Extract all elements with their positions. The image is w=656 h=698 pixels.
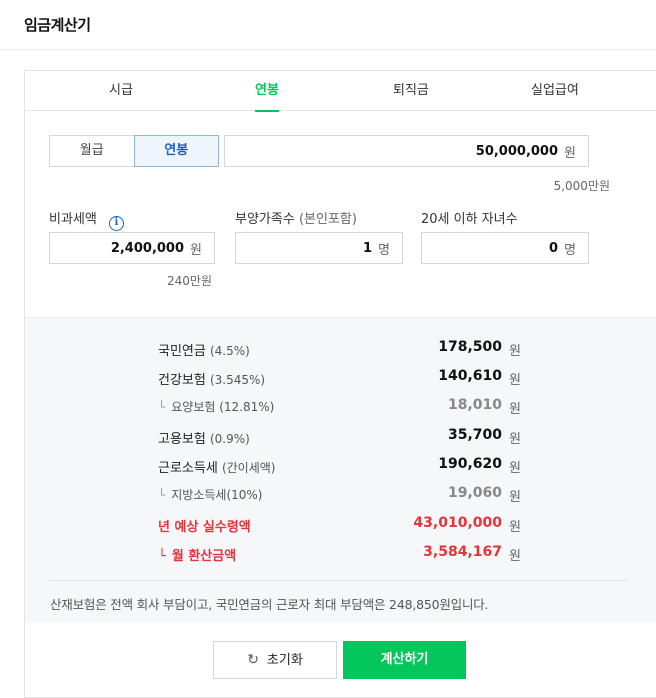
dependents-label: 부양가족수 (본인포함) [235,208,357,227]
insurance-note: 산재보험은 전액 회사 부담이고, 국민연금의 근로자 최대 부담액은 248,… [50,597,489,612]
dependents-unit: 명 [378,242,390,258]
tab-bar: 시급 연봉 퇴직금 실업급여 [25,71,656,112]
reset-button[interactable]: ↻ 초기화 [213,641,337,679]
result-name: 월 환산금액 [171,549,237,564]
annual-option[interactable]: 연봉 [133,135,219,167]
reset-button-label: 초기화 [266,653,303,668]
result-row-local-tax: └ 지방소득세(10%) 19,060 원 [25,480,656,509]
nontax-unit: 원 [190,242,202,258]
result-name: 고용보험 [158,432,206,447]
result-unit: 원 [509,461,521,476]
result-pct: (간이세액) [221,461,276,475]
result-name: 요양보험 [171,400,216,414]
result-amount: 190,620 [438,456,502,472]
nontax-input[interactable]: 2,400,000 원 [49,232,215,264]
dependents-input[interactable]: 1 명 [235,232,403,264]
calculate-button[interactable]: 계산하기 [343,641,466,679]
result-panel: 국민연금 (4.5%) 178,500 원 건강보험 (3.545%) 140,… [25,317,656,623]
refresh-icon: ↻ [247,652,259,668]
children-value: 0 [548,240,559,256]
nontax-label: 비과세액 i [49,208,124,231]
result-unit: 원 [509,344,521,359]
result-amount: 3,584,167 [423,544,502,560]
result-row-pension: 국민연금 (4.5%) 178,500 원 [25,334,656,363]
result-row-income-tax: 근로소득세 (간이세액) 190,620 원 [25,451,656,480]
result-unit: 원 [509,402,521,417]
input-form: 월급 연봉 50,000,000 원 5,000만원 비과세액 i 부양가족수 (… [25,111,656,317]
result-name: 년 예상 실수령액 [158,520,251,535]
result-pct: (4.5%) [209,344,250,358]
result-row-employment: 고용보험 (0.9%) 35,700 원 [25,422,656,451]
dependents-label-text: 부양가족수 [235,212,295,227]
nontax-label-text: 비과세액 [49,212,97,227]
result-pct: (3.545%) [209,373,266,387]
result-pct: (0.9%) [209,432,250,446]
salary-type-toggle: 월급 연봉 [49,135,219,167]
branch-icon: └ [158,488,166,502]
divider [49,580,629,581]
result-amount: 43,010,000 [413,515,502,531]
tab-unemployment[interactable]: 실업급여 [531,71,579,111]
dependents-label-sub: (본인포함) [298,212,357,227]
branch-icon: └ [158,400,166,414]
tab-hourly[interactable]: 시급 [109,71,133,111]
dependents-value: 1 [362,240,373,256]
result-row-care: └ 요양보험 (12.81%) 18,010 원 [25,392,656,421]
children-label: 20세 이하 자녀수 [421,212,518,227]
salary-value: 50,000,000 [475,143,559,159]
salary-hint: 5,000만원 [553,179,610,193]
children-unit: 명 [564,242,576,258]
result-name: 근로소득세 [158,461,218,476]
result-amount: 178,500 [438,339,502,355]
calculator-card: 시급 연봉 퇴직금 실업급여 월급 연봉 50,000,000 원 5,000만… [24,70,656,698]
result-unit: 원 [509,373,521,388]
result-amount: 140,610 [438,368,502,384]
children-input[interactable]: 0 명 [421,232,589,264]
result-unit: 원 [509,432,521,447]
info-icon[interactable]: i [108,216,124,231]
result-amount: 19,060 [447,485,502,501]
result-pct: (10%) [226,488,263,502]
result-amount: 18,010 [447,397,502,413]
page-title: 임금계산기 [24,16,91,34]
result-unit: 원 [509,490,521,505]
result-unit: 원 [509,549,521,564]
result-name: 국민연금 [158,344,206,359]
result-amount: 35,700 [447,427,502,443]
result-unit: 원 [509,520,521,535]
nontax-hint: 240만원 [167,274,212,288]
app-header: 임금계산기 [0,0,656,50]
tab-severance[interactable]: 퇴직금 [393,71,429,111]
result-name: 건강보험 [158,373,206,388]
result-row-annual-net: 년 예상 실수령액 43,010,000 원 [25,510,656,539]
salary-input[interactable]: 50,000,000 원 [224,135,589,167]
result-row-health: 건강보험 (3.545%) 140,610 원 [25,363,656,392]
result-row-monthly-net: └ 월 환산금액 3,584,167 원 [25,539,656,568]
result-pct: (12.81%) [219,400,275,414]
tab-annual[interactable]: 연봉 [255,71,279,112]
nontax-value: 2,400,000 [110,240,185,256]
result-name: 지방소득세 [171,488,227,502]
salary-unit: 원 [564,145,576,161]
branch-icon: └ [158,549,166,564]
monthly-option[interactable]: 월급 [49,135,135,167]
